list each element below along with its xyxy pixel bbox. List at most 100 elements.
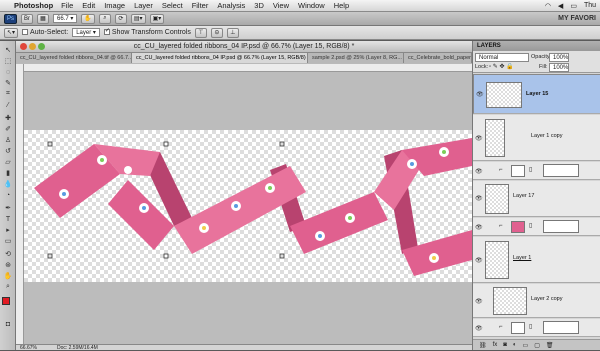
- menu-layer[interactable]: Layer: [134, 1, 153, 10]
- ribbon-artwork[interactable]: [24, 130, 472, 282]
- zoom-select[interactable]: 66.7 ▾: [53, 14, 78, 23]
- volume-icon[interactable]: ◀: [558, 2, 563, 10]
- pasteboard[interactable]: [24, 72, 472, 344]
- 3d-orbit-tool-icon[interactable]: ⊛: [2, 260, 14, 270]
- zoom-tool-icon[interactable]: ⌕: [98, 13, 111, 24]
- pen-tool-icon[interactable]: ✒: [2, 203, 14, 213]
- layer-name[interactable]: Layer 15: [526, 91, 548, 97]
- quick-select-tool-icon[interactable]: ✎: [2, 78, 14, 88]
- new-group-icon[interactable]: ▭: [523, 342, 529, 349]
- layers-panel-header[interactable]: LAYERS: [473, 41, 600, 51]
- layer-name[interactable]: Layer 1: [513, 255, 531, 261]
- hand-tool-icon-box[interactable]: ✋: [2, 271, 14, 281]
- lock-icons[interactable]: ▫ ✎ ✥ 🔒: [489, 63, 514, 70]
- layer-row[interactable]: 👁 Layer 1: [473, 237, 600, 283]
- move-tool-preset-icon[interactable]: ↖▾: [4, 27, 19, 38]
- new-layer-icon[interactable]: ▢: [534, 342, 540, 349]
- foreground-color-swatch[interactable]: [2, 297, 10, 305]
- visibility-eye-icon[interactable]: 👁: [475, 257, 483, 264]
- vertical-ruler[interactable]: [16, 64, 24, 344]
- adjustment-layer-row[interactable]: 👁 ⌐ ▯: [473, 162, 600, 180]
- zoom-window-icon[interactable]: [38, 43, 45, 50]
- trash-icon[interactable]: 🗑: [546, 342, 554, 349]
- shape-tool-icon[interactable]: ▭: [2, 236, 14, 246]
- layer-name[interactable]: Layer 1 copy: [531, 133, 563, 139]
- doc-tab[interactable]: cc_Celebrate_bold_paper: [404, 53, 472, 63]
- visibility-eye-icon[interactable]: 👁: [476, 91, 484, 98]
- layer-row[interactable]: 👁 Layer 2 copy: [473, 284, 600, 318]
- blur-tool-icon[interactable]: 💧: [2, 179, 14, 189]
- history-brush-tool-icon[interactable]: ↺: [2, 146, 14, 156]
- guides-icon[interactable]: ▦: [37, 13, 50, 24]
- menu-image[interactable]: Image: [104, 1, 125, 10]
- marquee-tool-icon[interactable]: ⬚: [2, 56, 14, 66]
- eyedropper-tool-icon[interactable]: ⁄: [2, 100, 14, 110]
- dodge-tool-icon[interactable]: ◔: [2, 190, 14, 200]
- layer-row[interactable]: 👁 Layer 17: [473, 181, 600, 217]
- bridge-icon[interactable]: Br: [21, 13, 34, 24]
- adjustment-layer-row[interactable]: 👁 ⌐ ▯: [473, 218, 600, 236]
- visibility-eye-icon[interactable]: 👁: [475, 135, 483, 142]
- healing-brush-tool-icon[interactable]: ✚: [2, 113, 14, 123]
- opacity-field[interactable]: 100%: [549, 53, 569, 62]
- add-mask-icon[interactable]: ◙: [503, 342, 507, 348]
- layer-row[interactable]: 👁 Layer 1 copy: [473, 115, 600, 161]
- ps-logo-icon[interactable]: Ps: [4, 13, 18, 24]
- doc-tab[interactable]: sample 2.psd @ 25% (Layer 8, RG...: [308, 53, 404, 63]
- menu-edit[interactable]: Edit: [82, 1, 95, 10]
- 3d-rotate-tool-icon[interactable]: ⟲: [2, 249, 14, 259]
- status-zoom[interactable]: 66.67%: [20, 345, 37, 351]
- gradient-tool-icon[interactable]: ▮: [2, 168, 14, 178]
- show-transform-checkbox[interactable]: Show Transform Controls: [103, 27, 191, 36]
- align-top-icon[interactable]: ⊤: [194, 27, 207, 38]
- fill-field[interactable]: 100%: [549, 63, 569, 72]
- menu-file[interactable]: File: [61, 1, 73, 10]
- layer-name[interactable]: Layer 2 copy: [531, 296, 563, 302]
- layer-row-selected[interactable]: 👁 Layer 15: [473, 74, 600, 114]
- crop-tool-icon[interactable]: ⌗: [2, 89, 14, 99]
- align-middle-icon[interactable]: ⊝: [210, 27, 223, 38]
- menu-window[interactable]: Window: [298, 1, 325, 10]
- canvas[interactable]: [24, 130, 472, 282]
- visibility-eye-icon[interactable]: 👁: [475, 168, 483, 175]
- adjustment-layer-icon[interactable]: ◐: [513, 342, 517, 348]
- brush-tool-icon[interactable]: ✐: [2, 124, 14, 134]
- visibility-eye-icon[interactable]: 👁: [475, 298, 483, 305]
- minimize-window-icon[interactable]: [29, 43, 36, 50]
- visibility-eye-icon[interactable]: 👁: [475, 325, 483, 332]
- clone-stamp-tool-icon[interactable]: ♙: [2, 135, 14, 145]
- quick-mask-icon[interactable]: ◘: [2, 319, 14, 329]
- adjustment-layer-row[interactable]: 👁 ⌐ ▯: [473, 319, 600, 337]
- auto-select-dropdown[interactable]: Layer ▾: [72, 28, 100, 37]
- blend-mode-select[interactable]: Normal: [475, 53, 529, 62]
- lasso-tool-icon[interactable]: ◌: [2, 67, 14, 77]
- close-window-icon[interactable]: [20, 43, 27, 50]
- layer-style-icon[interactable]: fx: [493, 342, 498, 348]
- doc-tab-active[interactable]: cc_CU_layered folded ribbons_04 IP.psd @…: [132, 53, 308, 63]
- zoom-tool-icon-box[interactable]: ⌕: [2, 282, 14, 292]
- layer-name[interactable]: Layer 17: [513, 193, 534, 199]
- menu-view[interactable]: View: [273, 1, 289, 10]
- visibility-eye-icon[interactable]: 👁: [475, 224, 483, 231]
- app-menu[interactable]: Photoshop: [14, 1, 53, 10]
- type-tool-icon[interactable]: T: [2, 214, 14, 224]
- arrange-documents-icon[interactable]: ▤▾: [130, 13, 146, 24]
- doc-tab[interactable]: cc_CU_layered folded ribbons_04.tif @ 66…: [16, 53, 132, 63]
- menu-help[interactable]: Help: [334, 1, 349, 10]
- horizontal-ruler[interactable]: [24, 64, 472, 72]
- eraser-tool-icon[interactable]: ▱: [2, 157, 14, 167]
- menu-analysis[interactable]: Analysis: [217, 1, 245, 10]
- clock[interactable]: Thu: [584, 2, 596, 9]
- link-layers-icon[interactable]: ⛓: [479, 342, 487, 349]
- battery-icon[interactable]: ▭: [570, 2, 577, 10]
- wifi-icon[interactable]: ◠: [545, 2, 551, 10]
- visibility-eye-icon[interactable]: 👁: [475, 195, 483, 202]
- menu-3d[interactable]: 3D: [254, 1, 264, 10]
- path-selection-tool-icon[interactable]: ▸: [2, 225, 14, 235]
- move-tool-icon[interactable]: ↖: [2, 45, 14, 55]
- menu-filter[interactable]: Filter: [192, 1, 209, 10]
- menu-select[interactable]: Select: [162, 1, 183, 10]
- rotate-view-icon[interactable]: ⟳: [114, 13, 127, 24]
- hand-tool-icon[interactable]: ✋: [81, 13, 95, 24]
- align-bottom-icon[interactable]: ⊥: [226, 27, 239, 38]
